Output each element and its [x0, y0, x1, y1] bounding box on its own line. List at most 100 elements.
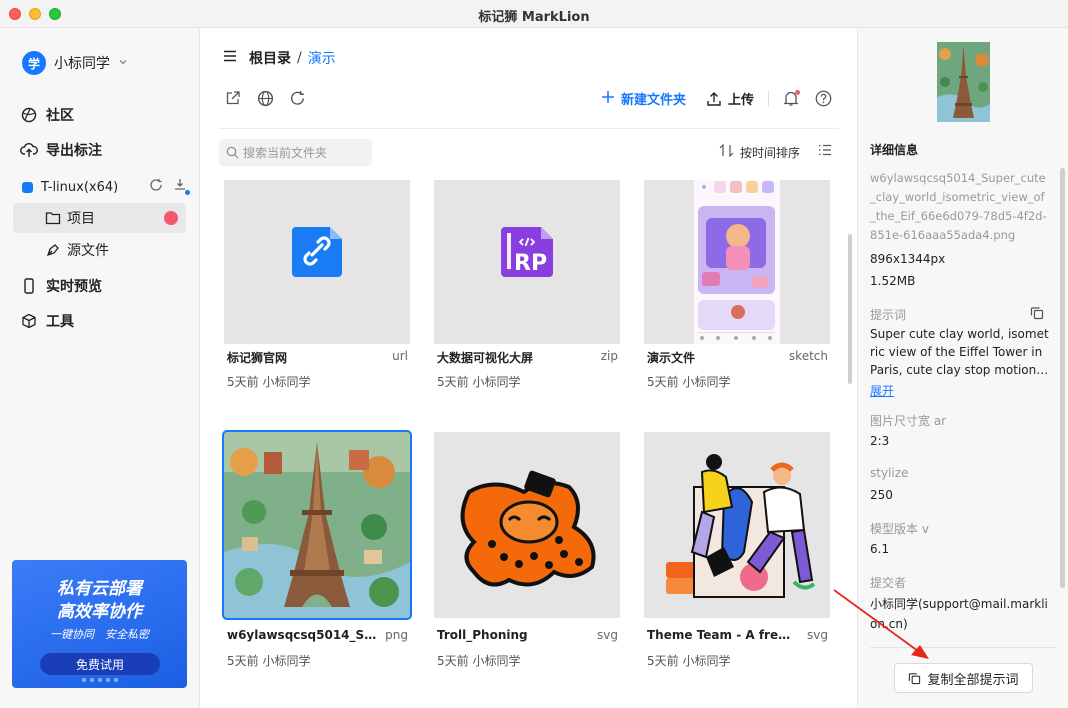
carousel-dots[interactable] [12, 678, 187, 682]
file-card[interactable]: RP 大数据可视化大屏 zip 5天前 小标同学 [434, 180, 620, 389]
file-meta: 5天前 小标同学 [647, 375, 731, 389]
search-box[interactable] [219, 139, 372, 166]
field-value: 250 [870, 488, 893, 502]
title-bar: 标记狮 MarkLion [0, 0, 1068, 28]
sidebar-item-source-files[interactable]: 源文件 [13, 235, 186, 265]
menu-icon[interactable] [223, 50, 237, 66]
file-thumbnail[interactable]: RP [434, 180, 620, 344]
file-ext: png [385, 628, 408, 642]
file-meta: 5天前 小标同学 [647, 654, 731, 668]
file-ext: sketch [788, 349, 828, 363]
field-label: 图片尺寸宽 ar [870, 414, 947, 428]
refresh-icon[interactable] [287, 88, 307, 108]
list-view-icon[interactable] [818, 144, 832, 160]
file-thumbnail[interactable] [224, 180, 410, 344]
user-menu[interactable]: 学 小标同学 [22, 50, 128, 76]
file-size: 1.52MB [870, 274, 916, 288]
details-panel: 详细信息 w6ylawsqcsq5014_Super_cute_clay_wor… [857, 28, 1068, 708]
nav-export-annotations[interactable]: 导出标注 [20, 139, 102, 161]
upload-button[interactable]: 上传 [706, 89, 754, 108]
file-ext: svg [807, 628, 828, 642]
promo-banner[interactable]: 私有云部署 高效率协作 一键协同 安全私密 免费试用 [12, 560, 187, 688]
window-title: 标记狮 MarkLion [478, 10, 590, 25]
field-value: 6.1 [870, 542, 890, 556]
upload-icon [706, 91, 722, 107]
promo-title-1: 私有云部署 [57, 579, 142, 599]
sort-icon [719, 143, 734, 161]
main-scrollbar[interactable] [848, 234, 852, 384]
cloud-upload-icon [20, 141, 38, 159]
panel-divider [870, 647, 1056, 648]
file-meta: 5天前 小标同学 [227, 375, 311, 389]
download-icon[interactable] [173, 178, 190, 196]
file-thumbnail[interactable] [222, 430, 412, 620]
file-meta: 5天前 小标同学 [227, 654, 311, 668]
file-card[interactable]: 标记狮官网 url 5天前 小标同学 [224, 180, 410, 389]
file-card[interactable]: Theme Team - A free Theme svg 5天前 小标同学 [644, 432, 830, 668]
details-heading: 详细信息 [870, 143, 919, 157]
search-input[interactable] [243, 145, 363, 160]
file-card[interactable]: 演示文件 sketch 5天前 小标同学 [644, 180, 830, 389]
nav-tools[interactable]: 工具 [20, 310, 74, 332]
sidebar-item-projects[interactable]: 项目 [13, 203, 186, 233]
toolbar-divider-line [219, 128, 839, 129]
open-external-icon[interactable] [223, 88, 243, 108]
help-icon[interactable] [813, 89, 833, 109]
file-thumbnail[interactable] [644, 432, 830, 618]
file-full-name: w6ylawsqcsq5014_Super_cute_clay_world_is… [870, 171, 1047, 242]
file-name: 大数据可视化大屏 [437, 351, 534, 365]
file-card-selected[interactable]: w6ylawsqcsq5014_Super_cute_clay_world pn… [222, 430, 412, 668]
file-ext: url [392, 349, 408, 363]
sidebar: 学 小标同学 社区 导出标注 T-linux(x64) 项目 源文件 实时预览 … [0, 28, 200, 708]
pen-nib-icon [45, 242, 61, 258]
preview-thumbnail[interactable] [937, 42, 990, 122]
submitter-value: 小标同学(support@mail.marklion.cn) [870, 597, 1048, 631]
eiffel-tower-image [224, 432, 410, 618]
rp-icon-text: RP [514, 251, 548, 276]
globe-icon[interactable] [255, 88, 275, 108]
refresh-icon[interactable] [149, 178, 163, 196]
nav-community[interactable]: 社区 [20, 104, 74, 126]
field-label: 模型版本 v [870, 522, 929, 536]
sort-button[interactable]: 按时间排序 [719, 143, 800, 161]
cube-icon [20, 312, 38, 330]
file-name: w6ylawsqcsq5014_Super_cute_clay_world [227, 628, 377, 642]
file-name: 演示文件 [647, 351, 696, 365]
file-thumbnail[interactable] [434, 432, 620, 618]
toolbar: 新建文件夹 上传 [223, 88, 833, 112]
nav-live-preview[interactable]: 实时预览 [20, 275, 102, 297]
copy-icon[interactable] [1030, 306, 1044, 324]
expand-link[interactable]: 展开 [870, 382, 894, 399]
team-selector[interactable]: T-linux(x64) [22, 176, 190, 198]
file-meta: 5天前 小标同学 [437, 654, 521, 668]
file-card[interactable]: Troll_Phoning svg 5天前 小标同学 [434, 432, 620, 668]
main-content: 根目录 / 演示 新建文件夹 上传 搜索当前文件夹 按时间排序 标记狮官网 ur… [201, 28, 856, 708]
submitter-label: 提交者 [870, 576, 907, 590]
field-value: 2:3 [870, 434, 890, 448]
mobile-app-preview-image [694, 180, 780, 344]
prompt-label: 提示词 [870, 308, 907, 322]
free-trial-button[interactable]: 免费试用 [40, 653, 160, 675]
plus-icon [601, 88, 615, 109]
theme-team-illustration [644, 432, 830, 618]
globe-icon [20, 106, 38, 124]
breadcrumb-root[interactable]: 根目录 [249, 48, 291, 68]
file-thumbnail[interactable] [644, 180, 830, 344]
promo-subtitle: 一键协同 安全私密 [50, 628, 149, 641]
copy-all-prompts-button[interactable]: 复制全部提示词 [894, 663, 1033, 693]
toolbar-divider [768, 90, 769, 107]
phone-icon [20, 277, 38, 295]
breadcrumb-separator: / [297, 50, 302, 66]
bell-icon[interactable] [781, 89, 801, 109]
avatar: 学 [22, 51, 46, 75]
chevron-down-icon [118, 57, 128, 70]
new-folder-button[interactable]: 新建文件夹 [601, 88, 686, 109]
notification-badge [164, 211, 178, 225]
file-name: Theme Team - A free Theme [647, 628, 797, 642]
breadcrumb: 根目录 / 演示 [223, 48, 336, 68]
file-ext: svg [597, 628, 618, 642]
field-label: stylize [870, 466, 909, 480]
panel-scrollbar[interactable] [1060, 168, 1065, 588]
team-color-marker [22, 181, 33, 193]
promo-title-2: 高效率协作 [57, 602, 142, 622]
